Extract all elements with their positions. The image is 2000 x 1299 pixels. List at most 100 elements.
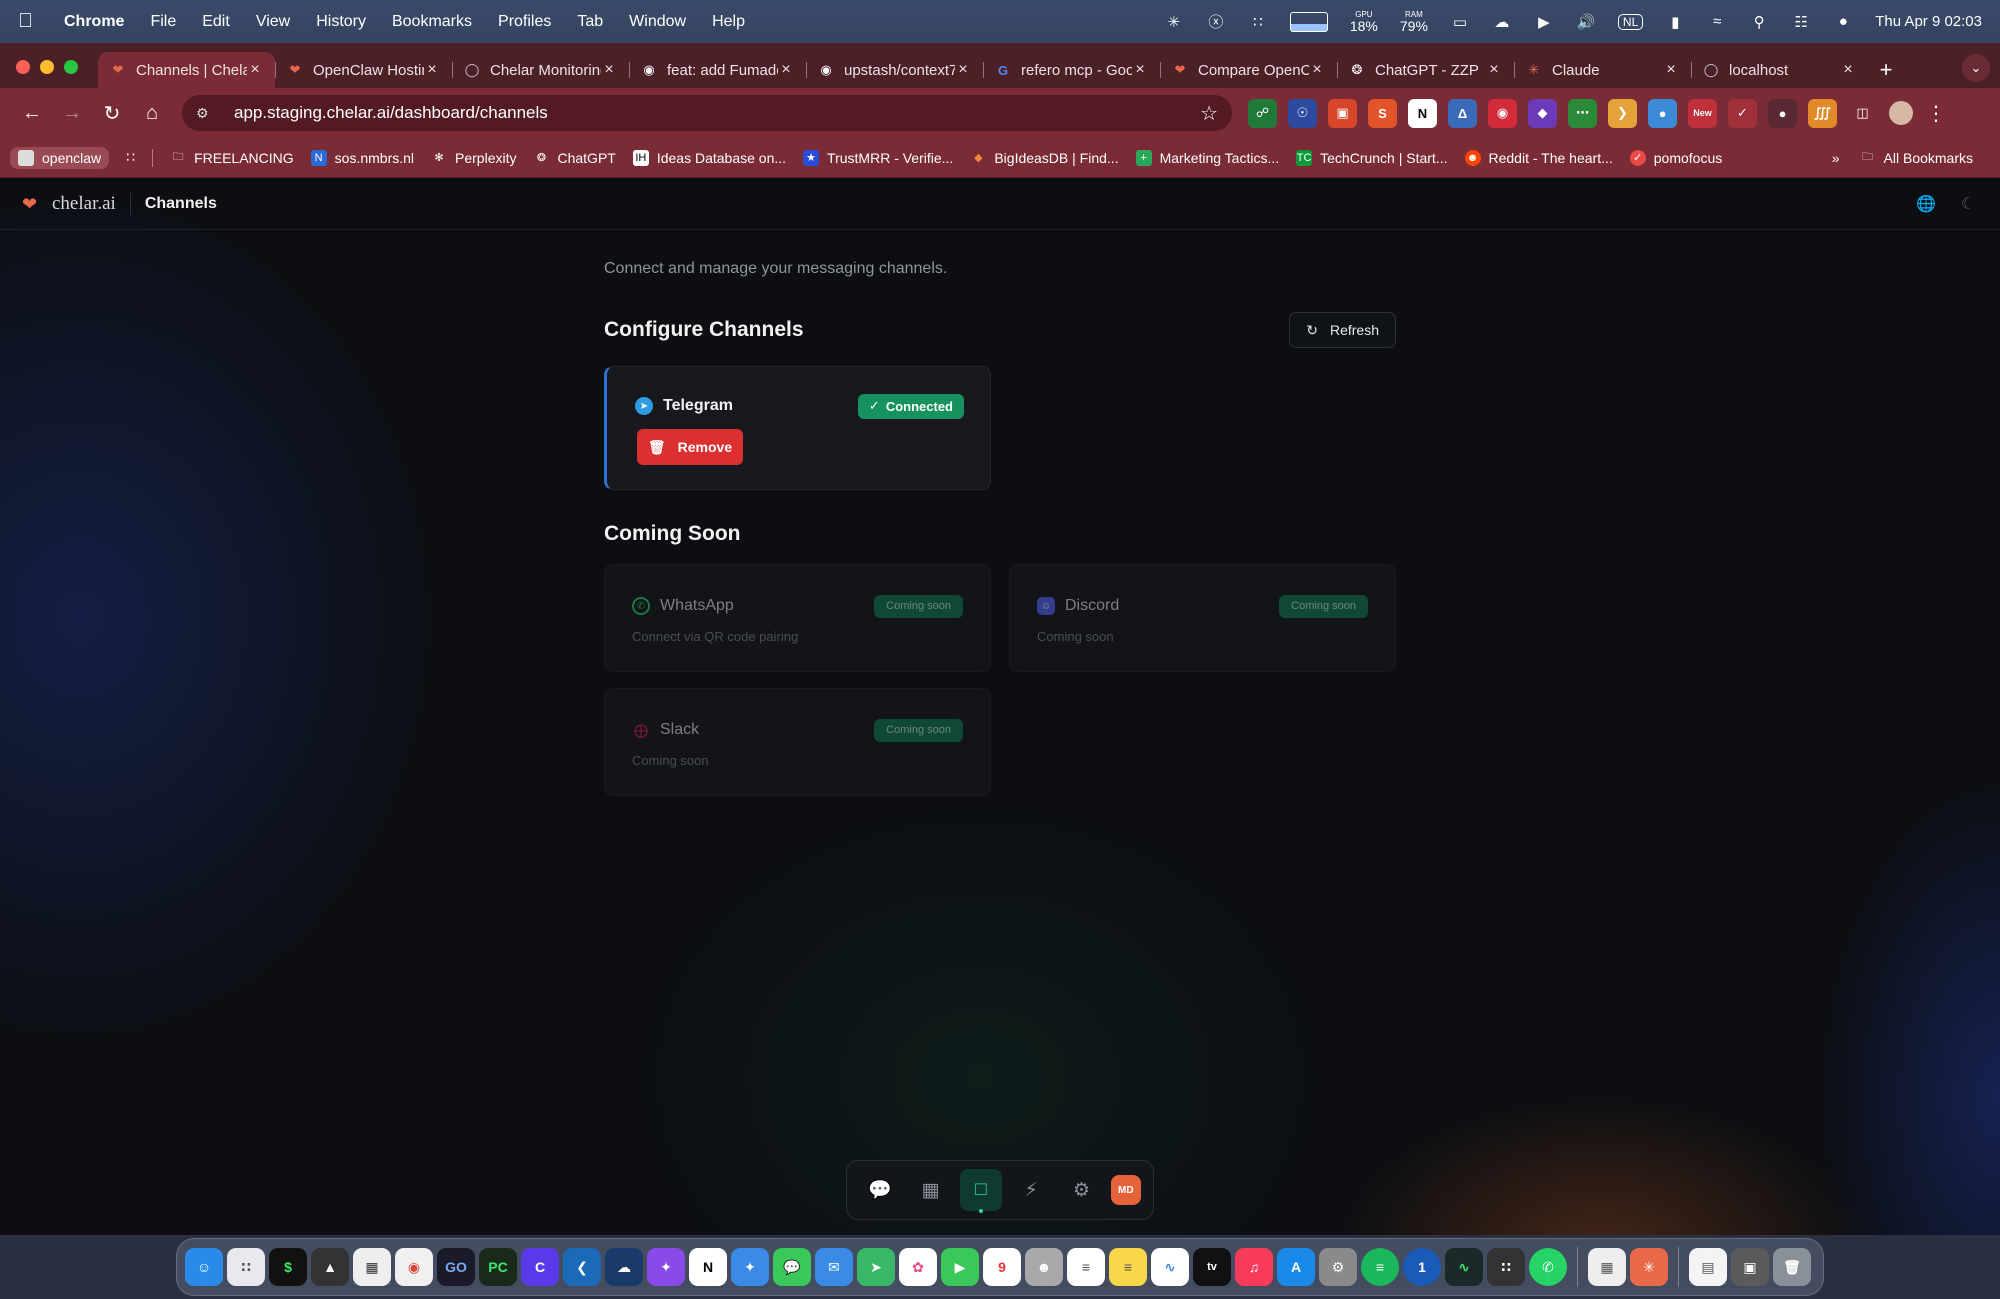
goland-icon[interactable]: GO bbox=[437, 1248, 475, 1286]
blue-extension-icon[interactable]: ● bbox=[1648, 98, 1677, 128]
chrome-menu-icon[interactable]: ⋮ bbox=[1923, 101, 1949, 126]
s-extension-icon[interactable]: S bbox=[1368, 98, 1397, 128]
dark-extension-icon[interactable]: ● bbox=[1768, 98, 1797, 128]
terminal-icon[interactable]: $ bbox=[269, 1248, 307, 1286]
launchpad-icon[interactable]: ∷ bbox=[227, 1248, 265, 1286]
pycharm-icon[interactable]: PC bbox=[479, 1248, 517, 1286]
weather-icon[interactable]: ☁ bbox=[1492, 12, 1512, 32]
wifi-icon[interactable]: ≈ bbox=[1707, 12, 1727, 32]
apple-tv-icon[interactable]: tv bbox=[1193, 1248, 1231, 1286]
close-tab-icon[interactable]: × bbox=[601, 61, 617, 79]
onepassword-status-icon[interactable]: ⓧ bbox=[1206, 12, 1226, 32]
shield-extension-icon[interactable]: ☍ bbox=[1248, 98, 1277, 128]
preview-icon[interactable]: ▦ bbox=[1588, 1248, 1626, 1286]
menu-profiles[interactable]: Profiles bbox=[498, 13, 551, 31]
c-app-icon[interactable]: C bbox=[521, 1248, 559, 1286]
bookmark-freelancing[interactable]: 🗀 FREELANCING bbox=[170, 150, 294, 166]
battery-icon[interactable]: ▮ bbox=[1665, 12, 1685, 32]
notes-app-icon[interactable]: ▦ bbox=[353, 1248, 391, 1286]
input-source-badge[interactable]: NL bbox=[1617, 13, 1644, 30]
bitwarden-extension-icon[interactable]: ☉ bbox=[1288, 98, 1317, 128]
bookmark-star-icon[interactable]: ☆ bbox=[1200, 101, 1218, 126]
translate-extension-icon[interactable]: ▣ bbox=[1328, 98, 1357, 128]
cloud-app-icon[interactable]: ☁ bbox=[605, 1248, 643, 1286]
menu-help[interactable]: Help bbox=[712, 13, 745, 31]
tab-chelar-monitoring[interactable]: ◯ Chelar Monitoring × bbox=[452, 52, 629, 88]
close-tab-icon[interactable]: × bbox=[1132, 61, 1148, 79]
diamond-extension-icon[interactable]: ◆ bbox=[1528, 98, 1557, 128]
gpu-stat[interactable]: GPU 18% bbox=[1350, 10, 1378, 33]
whatsapp-dock-icon[interactable]: ✆ bbox=[1529, 1248, 1567, 1286]
finder-icon[interactable]: ☺ bbox=[185, 1248, 223, 1286]
now-playing-icon[interactable]: ▶ bbox=[1534, 12, 1554, 32]
contacts-icon[interactable]: ☻ bbox=[1025, 1248, 1063, 1286]
safari-icon[interactable]: ✦ bbox=[731, 1248, 769, 1286]
apple-menu-icon[interactable]:  bbox=[18, 10, 40, 33]
chat-bubble-icon[interactable]: 💬 bbox=[859, 1169, 901, 1211]
activity-monitor-icon[interactable]: ∿ bbox=[1445, 1248, 1483, 1286]
tab-claude[interactable]: ✳ Claude × bbox=[1514, 52, 1691, 88]
bookmark-nmbrs[interactable]: Nsos.nmbrs.nl bbox=[310, 149, 414, 166]
site-settings-icon[interactable]: ⚙ bbox=[196, 105, 218, 122]
dashboard-grid-icon[interactable]: ▦ bbox=[909, 1169, 951, 1211]
address-bar[interactable]: ⚙ app.staging.chelar.ai/dashboard/channe… bbox=[182, 95, 1232, 131]
ram-stat[interactable]: RAM 79% bbox=[1400, 10, 1428, 33]
maps-icon[interactable]: ➤ bbox=[857, 1248, 895, 1286]
rss-extension-icon[interactable]: ∭ bbox=[1808, 98, 1837, 128]
notion-icon[interactable]: N bbox=[689, 1248, 727, 1286]
tab-github-context7[interactable]: ◉ upstash/context7 × bbox=[806, 52, 983, 88]
control-center-icon[interactable]: ☷ bbox=[1791, 12, 1811, 32]
new-badge-extension-icon[interactable]: New bbox=[1688, 98, 1717, 128]
notes-icon[interactable]: ≡ bbox=[1109, 1248, 1147, 1286]
zoom-window-button[interactable] bbox=[64, 60, 78, 74]
close-tab-icon[interactable]: × bbox=[778, 61, 794, 79]
tab-channels[interactable]: ❤ Channels | Chelar × bbox=[98, 52, 275, 88]
user-avatar[interactable]: MD bbox=[1110, 1175, 1141, 1205]
close-tab-icon[interactable]: × bbox=[1486, 61, 1502, 79]
menu-bookmarks[interactable]: Bookmarks bbox=[392, 13, 472, 31]
screenshot-folder-icon[interactable]: ▣ bbox=[1731, 1248, 1769, 1286]
tab-chatgpt[interactable]: ❂ ChatGPT - ZZP × bbox=[1337, 52, 1514, 88]
claude-dock-icon[interactable]: ✳ bbox=[1630, 1248, 1668, 1286]
home-icon[interactable]: ⌂ bbox=[132, 93, 172, 133]
close-window-button[interactable] bbox=[16, 60, 30, 74]
close-tab-icon[interactable]: × bbox=[424, 61, 440, 79]
a-extension-icon[interactable]: Δ bbox=[1448, 98, 1477, 128]
siri-icon[interactable]: ● bbox=[1833, 12, 1853, 32]
bookmark-perplexity[interactable]: ✻ Perplexity bbox=[431, 150, 516, 166]
volume-icon[interactable]: 🔊 bbox=[1576, 12, 1596, 32]
mail-icon[interactable]: ✉ bbox=[815, 1248, 853, 1286]
bookmark-openclaw[interactable]: openclaw bbox=[10, 146, 110, 169]
address-bar-url[interactable]: app.staging.chelar.ai/dashboard/channels bbox=[234, 103, 1200, 123]
design-app-icon[interactable]: ✦ bbox=[647, 1248, 685, 1286]
cube-app-icon[interactable]: ▲ bbox=[311, 1248, 349, 1286]
chelar-logo[interactable]: ❤ chelar.ai bbox=[22, 193, 116, 215]
tab-search-chevron-icon[interactable]: ⌄ bbox=[1962, 54, 1990, 82]
document-icon[interactable]: ▤ bbox=[1689, 1248, 1727, 1286]
refresh-button[interactable]: ↻ Refresh bbox=[1289, 312, 1396, 348]
bookmark-trustmrr[interactable]: ★ TrustMRR - Verifie... bbox=[803, 149, 953, 166]
all-bookmarks-folder[interactable]: 🗀 All Bookmarks bbox=[1860, 150, 1973, 166]
facetime-icon[interactable]: ▶ bbox=[941, 1248, 979, 1286]
minimize-window-button[interactable] bbox=[40, 60, 54, 74]
tab-localhost[interactable]: ◯ localhost × bbox=[1691, 52, 1868, 88]
chrome-icon[interactable]: ◉ bbox=[395, 1248, 433, 1286]
bookmark-techcrunch[interactable]: TC TechCrunch | Start... bbox=[1296, 149, 1448, 166]
remove-telegram-button[interactable]: 🗑 Remove bbox=[637, 429, 743, 465]
spotlight-search-icon[interactable]: ⚲ bbox=[1749, 12, 1769, 32]
moon-theme-icon[interactable]: ☾ bbox=[1958, 194, 1978, 214]
menu-app-name[interactable]: Chrome bbox=[64, 13, 124, 31]
dev-extension-icon[interactable]: ⋯ bbox=[1568, 98, 1597, 128]
tab-openclaw-hosting[interactable]: ❤ OpenClaw Hosting × bbox=[275, 52, 452, 88]
onepassword-icon[interactable]: 1 bbox=[1403, 1248, 1441, 1286]
lightning-icon[interactable]: ⚡ bbox=[1010, 1169, 1052, 1211]
back-arrow-icon[interactable]: ← bbox=[12, 93, 52, 133]
trash-bin-icon[interactable]: 🗑 bbox=[1773, 1248, 1811, 1286]
spotify-icon[interactable]: ≡ bbox=[1361, 1248, 1399, 1286]
tab-compare-openclaw[interactable]: ❤ Compare OpenClaw × bbox=[1160, 52, 1337, 88]
calendar-icon[interactable]: 9 bbox=[983, 1248, 1021, 1286]
cpu-graph-icon[interactable] bbox=[1289, 11, 1328, 32]
battery-stat-icon[interactable]: ▭ bbox=[1450, 12, 1470, 32]
freeform-icon[interactable]: ∿ bbox=[1151, 1248, 1189, 1286]
tab-github-fumadocs[interactable]: ◉ feat: add Fumadocs × bbox=[629, 52, 806, 88]
